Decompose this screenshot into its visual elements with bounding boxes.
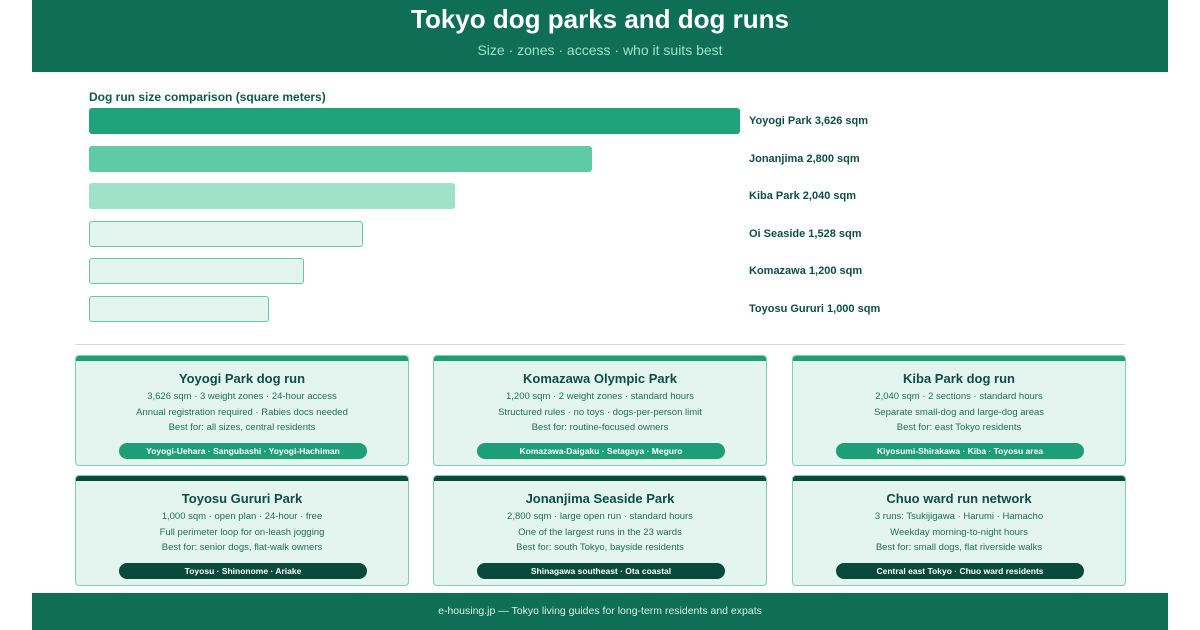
card-detail: One of the largest runs in the 23 wards: [518, 527, 682, 538]
park-card: Jonanjima Seaside Park 2,800 sqm · large …: [433, 475, 767, 586]
bar-yoyogi-park: [89, 108, 740, 134]
bar-label: Yoyogi Park 3,626 sqm: [749, 115, 869, 127]
bar-label: Komazawa 1,200 sqm: [749, 265, 863, 277]
card-title: Jonanjima Seaside Park: [525, 491, 675, 506]
park-card: Chuo ward run network 3 runs: Tsukijigawa…: [792, 475, 1126, 586]
card-detail: 1,000 sqm · open plan · 24-hour · free: [161, 511, 323, 522]
card-accent-bar: [793, 356, 1125, 361]
card-detail: Annual registration required · Rabies do…: [136, 407, 348, 418]
bar-label: Jonanjima 2,800 sqm: [749, 152, 860, 165]
card-detail: Best for: senior dogs, flat-walk owners: [161, 542, 323, 553]
card-detail: Best for: all sizes, central residents: [168, 422, 316, 433]
card-title: Kiba Park dog run: [903, 371, 1015, 386]
card-detail: Best for: small dogs, flat riverside wal…: [875, 542, 1043, 553]
card-accent-bar: [76, 476, 408, 481]
card-detail: Best for: routine-focused owners: [531, 422, 669, 433]
footer: e-housing.jp — Tokyo living guides for l…: [32, 593, 1168, 630]
bar-jonanjima: [89, 145, 592, 172]
card-detail: Structured rules · no toys · dogs-per-pe…: [498, 407, 702, 418]
divider: [75, 344, 1125, 345]
station-pill: Kiyosumi-Shirakawa · Kiba · Toyosu area: [836, 443, 1084, 459]
station-pill: Central east Tokyo · Chuo ward residents: [836, 563, 1084, 579]
card-accent-bar: [434, 476, 766, 481]
bar-label: Toyosu Gururi 1,000 sqm: [749, 302, 881, 315]
card-detail: Separate small-dog and large-dog areas: [873, 407, 1045, 418]
chart-title: Dog run size comparison (square meters): [89, 90, 326, 104]
page-subtitle: Size · zones · access · who it suits bes…: [477, 42, 723, 58]
park-card: Kiba Park dog run 2,040 sqm · 2 sections …: [792, 355, 1126, 466]
card-title: Komazawa Olympic Park: [523, 371, 677, 386]
station-pill: Toyosu · Shinonome · Ariake: [119, 563, 367, 579]
page-header: Tokyo dog parks and dog runs Size · zone…: [32, 0, 1168, 72]
bar-oi-seaside: [89, 220, 363, 247]
station-pill: Komazawa-Daigaku · Setagaya · Meguro: [477, 443, 725, 459]
card-detail: 1,200 sqm · 2 weight zones · standard ho…: [506, 391, 694, 402]
park-card: Yoyogi Park dog run 3,626 sqm · 3 weight …: [75, 355, 409, 466]
bar-label: Oi Seaside 1,528 sqm: [749, 227, 862, 240]
bar-toyosu-gururi: [89, 295, 269, 322]
bar-label: Kiba Park 2,040 sqm: [749, 190, 857, 202]
card-detail: Full perimeter loop for on-leash jogging: [159, 527, 325, 538]
card-title: Chuo ward run network: [886, 491, 1032, 506]
card-accent-bar: [434, 356, 766, 361]
card-accent-bar: [793, 476, 1125, 481]
card-detail: Best for: south Tokyo, bayside residents: [516, 542, 684, 553]
page-title: Tokyo dog parks and dog runs: [411, 4, 789, 34]
card-title: Yoyogi Park dog run: [178, 371, 306, 386]
card-detail: 3 runs: Tsukijigawa · Harumi · Hamacho: [874, 511, 1044, 522]
park-card: Toyosu Gururi Park 1,000 sqm · open plan …: [75, 475, 409, 586]
card-detail: Best for: east Tokyo residents: [896, 422, 1022, 433]
bar-komazawa: [89, 258, 304, 284]
card-detail: 2,040 sqm · 2 sections · standard hours: [875, 391, 1043, 402]
card-detail: 3,626 sqm · 3 weight zones · 24-hour acc…: [147, 391, 337, 402]
card-detail: Weekday morning-to-night hours: [890, 527, 1028, 538]
station-pill: Shinagawa southeast · Ota coastal: [477, 563, 725, 579]
park-card: Komazawa Olympic Park 1,200 sqm · 2 weigh…: [433, 355, 767, 466]
card-accent-bar: [76, 356, 408, 361]
card-title: Toyosu Gururi Park: [181, 491, 303, 506]
station-pill: Yoyogi-Uehara · Sangubashi · Yoyogi-Hach…: [119, 443, 367, 459]
card-detail: 2,800 sqm · large open run · standard ho…: [507, 511, 693, 522]
bar-kiba-park: [89, 183, 455, 209]
